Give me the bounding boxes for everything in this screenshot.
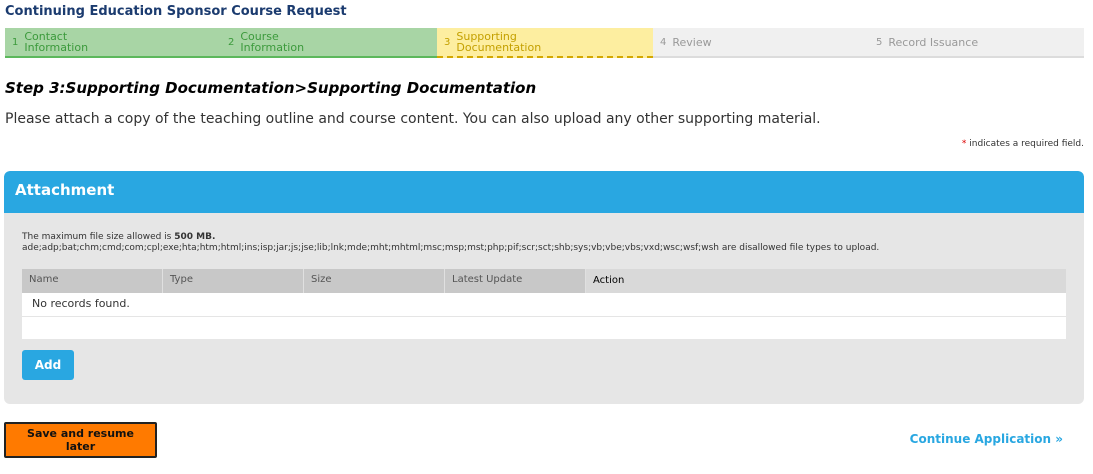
step-review: 4 Review [653, 28, 869, 58]
save-and-resume-later-button[interactable]: Save and resume later [4, 422, 157, 458]
required-note-text: indicates a required field. [969, 139, 1084, 149]
column-header-latest-update[interactable]: Latest Update [445, 269, 586, 293]
attachment-panel-header: Attachment [4, 171, 1084, 213]
step-number: 1 [12, 36, 19, 48]
empty-records-row: No records found. [22, 293, 1066, 317]
table-row [22, 317, 1066, 339]
continue-application-link[interactable]: Continue Application » [910, 432, 1063, 446]
step-progress-bar: 1 Contact Information 2 Course Informati… [5, 28, 1084, 60]
step-course-information: 2 Course Information [221, 28, 437, 58]
step-label: Contact Information [24, 30, 89, 54]
step-number: 5 [876, 36, 883, 48]
step-contact-information: 1 Contact Information [5, 28, 221, 58]
max-size-value: 500 MB. [174, 232, 216, 242]
add-attachment-button[interactable]: Add [22, 350, 74, 380]
instructions-text: Please attach a copy of the teaching out… [5, 111, 821, 127]
column-header-action: Action [586, 269, 1066, 293]
required-field-note: * indicates a required field. [962, 139, 1084, 149]
step-record-issuance: 5 Record Issuance [869, 28, 1084, 58]
step-number: 4 [660, 36, 667, 48]
required-star: * [961, 139, 967, 149]
step-label: Course Information [240, 30, 305, 54]
max-size-prefix: The maximum file size allowed is [22, 232, 172, 242]
step-supporting-documentation: 3 Supporting Documentation [437, 28, 653, 58]
step-number: 2 [228, 36, 235, 48]
step-label: Record Issuance [888, 35, 979, 49]
step-number: 3 [444, 36, 451, 48]
column-header-type[interactable]: Type [163, 269, 304, 293]
step-label: Supporting Documentation [456, 30, 542, 54]
attachments-table: Name Type Size Latest Update Action No r… [22, 269, 1066, 339]
max-file-size-note: The maximum file size allowed is 500 MB. [22, 232, 879, 243]
disallowed-types-note: ade;adp;bat;chm;cmd;com;cpl;exe;hta;htm;… [22, 243, 880, 253]
step-heading: Step 3:Supporting Documentation>Supporti… [5, 79, 537, 97]
table-header: Name Type Size Latest Update Action [22, 269, 1066, 293]
step-label: Review [672, 35, 712, 49]
attachment-info: The maximum file size allowed is 500 MB.… [22, 232, 879, 254]
column-header-name[interactable]: Name [22, 269, 163, 293]
attachment-panel: Attachment The maximum file size allowed… [4, 171, 1084, 404]
page-title: Continuing Education Sponsor Course Requ… [5, 4, 347, 19]
column-header-size[interactable]: Size [304, 269, 445, 293]
